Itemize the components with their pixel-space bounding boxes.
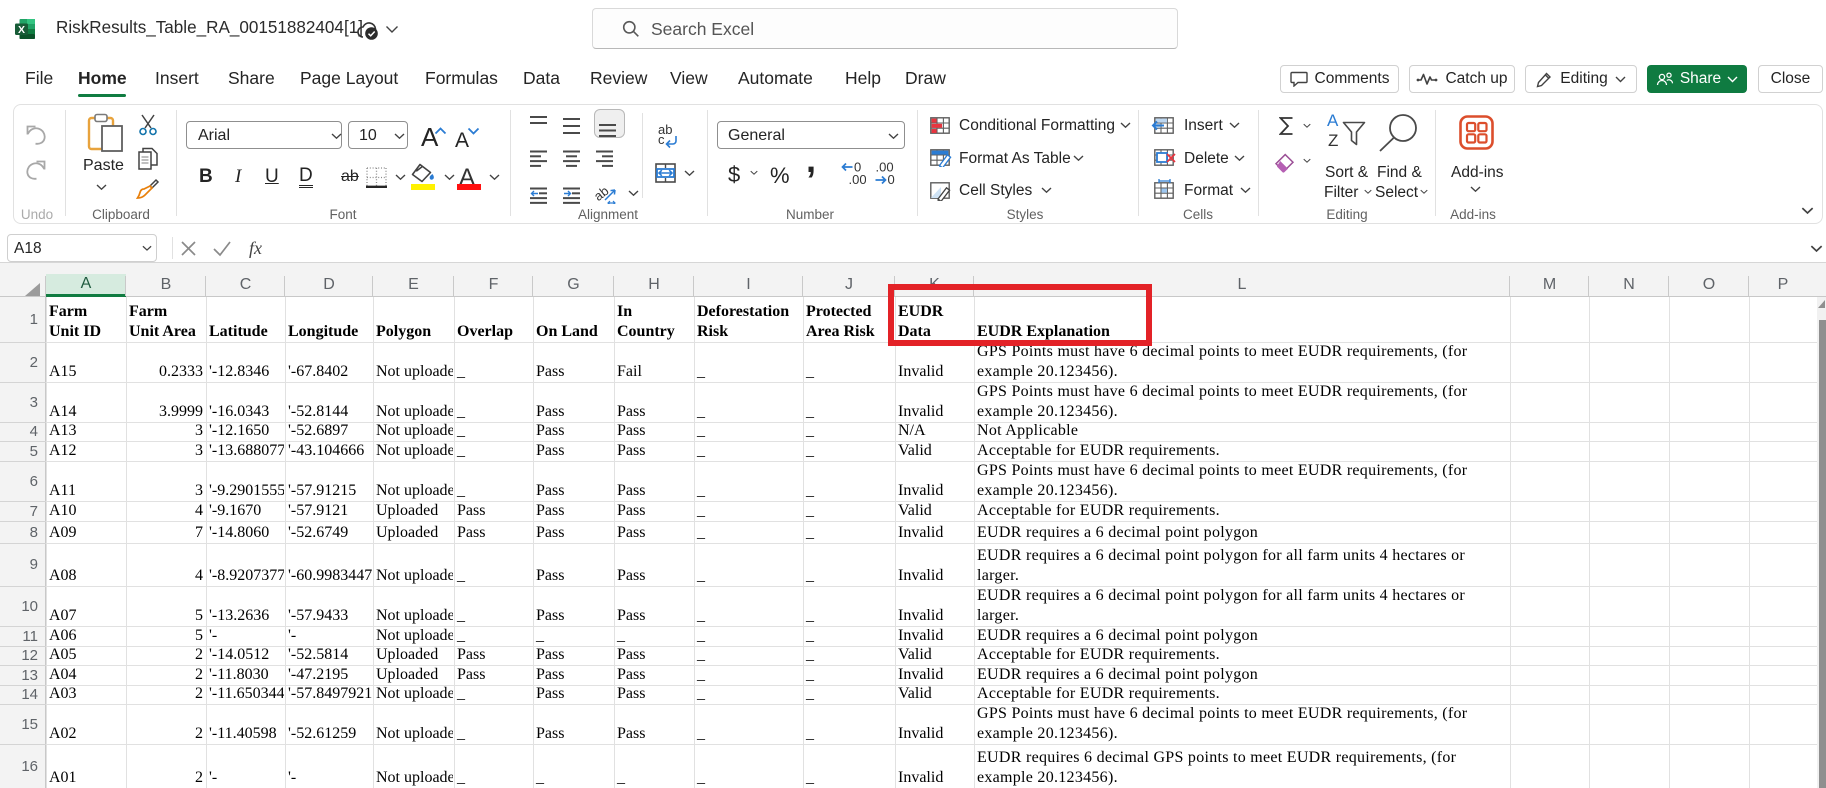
svg-text:X: X — [18, 24, 25, 36]
svg-text:.00: .00 — [849, 172, 867, 186]
svg-text:0: 0 — [888, 172, 895, 186]
